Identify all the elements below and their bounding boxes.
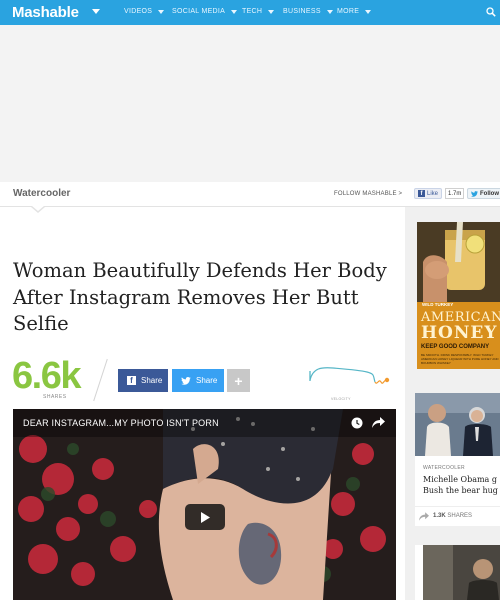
velocity-label: VELOCITY [331,397,351,401]
ad-fine-print: BE SMOOTH. DRINK RESPONSIBLY. WILD TURKE… [421,353,499,365]
facebook-share-button[interactable]: f Share [118,369,168,392]
chevron-down-icon [158,9,165,14]
chevron-down-icon [231,9,238,14]
nav-item-business[interactable]: BUSINESS [283,8,333,15]
chevron-down-icon [365,9,372,14]
chevron-down-icon [268,9,275,14]
nav-item-tech[interactable]: TECH [242,8,275,15]
ad-brand: WILD TURKEY [422,302,454,307]
mashable-logo[interactable]: Mashable [12,4,79,21]
facebook-like-widget[interactable]: f Like 1.7m [414,188,465,199]
story-channel: WATERCOOLER [423,465,465,471]
share-arrow-icon[interactable] [419,512,429,521]
facebook-like-count: 1.7m [445,188,465,199]
ad-tagline: KEEP GOOD COMPANY [421,344,490,350]
top-nav-bar: Mashable VIDEOS SOCIAL MEDIA TECH BUSINE… [0,0,500,25]
channel-title[interactable]: Watercooler [13,188,70,199]
clock-icon[interactable] [351,417,363,429]
story-image [415,393,500,456]
more-share-button[interactable]: + [227,369,250,392]
channel-bar: Watercooler FOLLOW MASHABLE > f Like 1.7m… [0,182,500,207]
facebook-icon: f [127,376,136,385]
story-thumbnail-2 [423,545,500,600]
video-caption: DEAR INSTAGRAM...MY PHOTO ISN'T PORN [23,418,219,428]
story-title-line-2: Bush the bear hug [423,486,498,495]
ad-banner-space [0,25,500,182]
share-arrow-icon[interactable] [372,417,385,428]
search-icon[interactable] [486,7,496,17]
video-player[interactable]: DEAR INSTAGRAM...MY PHOTO ISN'T PORN [13,409,396,600]
facebook-like-button[interactable]: f Like [414,188,443,199]
share-count: 6.6k [12,355,81,397]
play-button[interactable] [185,504,225,530]
nav-item-social-media[interactable]: SOCIAL MEDIA [172,8,238,15]
follow-mashable-link[interactable]: FOLLOW MASHABLE > [334,191,402,197]
twitter-bird-icon [181,376,191,385]
sidebar-story-card-2[interactable] [415,545,500,600]
sidebar-ad[interactable]: WILD TURKEY AMERICAN HONEY KEEP GOOD COM… [417,222,500,369]
nav-item-more[interactable]: MORE [337,8,372,15]
twitter-follow-button[interactable]: Follow [467,188,500,199]
story-title-line-1: Michelle Obama g [423,475,497,484]
chevron-down-icon [326,9,333,14]
twitter-bird-icon [471,190,478,197]
story-shares: 1.3K SHARES [433,513,473,519]
nav-item-videos[interactable]: VIDEOS [124,8,165,15]
story-footer: 1.3K SHARES [415,506,500,526]
ad-image [417,222,500,302]
share-count-label: SHARES [43,394,67,400]
divider [93,358,108,402]
channel-pointer-inner [32,206,44,211]
story-title[interactable]: Michelle Obama g Bush the bear hug [423,474,500,496]
article-headline: Woman Beautifully Defends Her Body After… [13,259,387,335]
twitter-share-button[interactable]: Share [172,369,224,392]
story-image-2 [423,545,500,600]
story-thumbnail [415,393,500,456]
ad-headline-2: HONEY [421,323,498,343]
sidebar-story-card[interactable]: WATERCOOLER Michelle Obama g Bush the be… [415,393,500,526]
facebook-icon: f [418,190,425,197]
ad-photo [417,222,500,302]
logo-dropdown-icon[interactable] [92,9,100,14]
play-icon [201,511,210,523]
